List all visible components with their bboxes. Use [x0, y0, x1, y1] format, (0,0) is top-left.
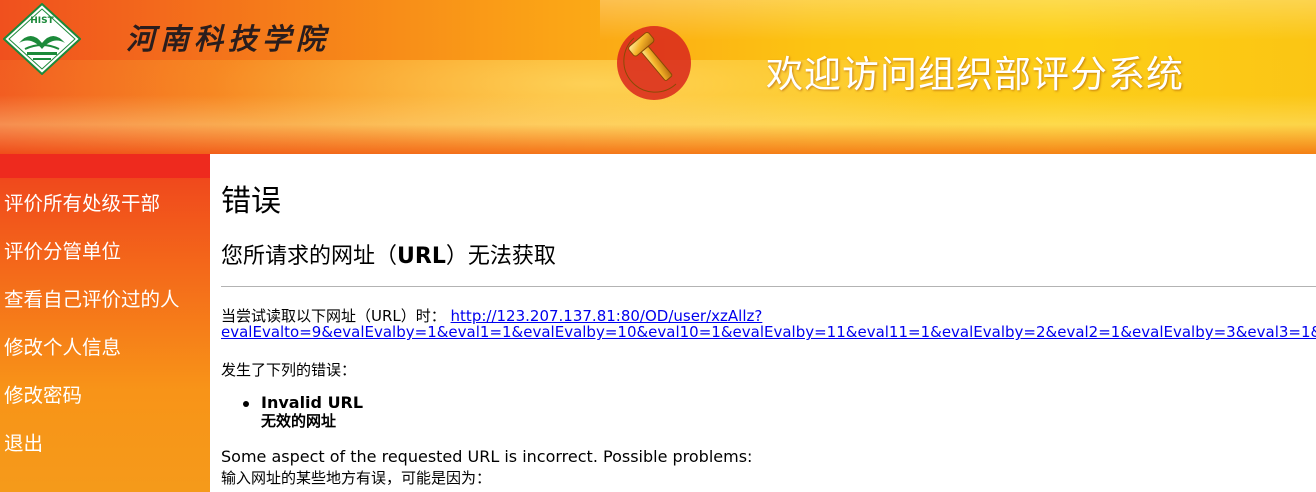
error-subtitle: 您所请求的网址（URL）无法获取	[221, 238, 556, 270]
main-content: 错误 您所请求的网址（URL）无法获取 当尝试读取以下网址（URL）时： htt…	[210, 154, 1316, 492]
subtitle-url: URL	[397, 244, 446, 269]
sidebar-top-band	[0, 154, 210, 178]
error-name-zh: 无效的网址	[261, 412, 337, 430]
description-en: Some aspect of the requested URL is inco…	[221, 447, 753, 466]
sidebar-item-evaluate-all-cadres[interactable]: 评价所有处级干部	[0, 180, 210, 228]
url-continuation: evalEvalto=9&evalEvalby=1&eval1=1&evalEv…	[221, 323, 1316, 341]
error-name-en: Invalid URL	[261, 393, 364, 412]
error-title: 错误	[221, 184, 281, 219]
requested-url-link-cont[interactable]: evalEvalto=9&evalEvalby=1&eval1=1&evalEv…	[221, 323, 1316, 341]
divider	[221, 286, 1316, 287]
sidebar-item-logout[interactable]: 退出	[0, 420, 210, 468]
school-name: 河南科技学院	[126, 22, 331, 56]
sidebar-item-edit-profile[interactable]: 修改个人信息	[0, 324, 210, 372]
subtitle-prefix: 您所请求的网址（	[221, 244, 398, 269]
school-logo: HIST	[3, 3, 81, 75]
occurred-label: 发生了下列的错误：	[221, 361, 357, 379]
logo-text: HIST	[30, 16, 54, 26]
subtitle-suffix: ）无法获取	[445, 244, 556, 269]
banner-streak	[600, 0, 1316, 40]
bullet-dot	[243, 401, 249, 407]
system-title: 欢迎访问组织部评分系统	[766, 53, 1184, 96]
sidebar-item-change-password[interactable]: 修改密码	[0, 372, 210, 420]
sidebar-menu: 评价所有处级干部 评价分管单位 查看自己评价过的人 修改个人信息 修改密码 退出	[0, 180, 210, 468]
sidebar-item-view-my-evaluations[interactable]: 查看自己评价过的人	[0, 276, 210, 324]
sidebar-item-evaluate-units[interactable]: 评价分管单位	[0, 228, 210, 276]
description-zh: 输入网址的某些地方有误，可能是因为：	[221, 469, 492, 487]
banner-glow-lower	[0, 95, 1316, 154]
error-name: Invalid URL 无效的网址	[261, 393, 363, 431]
header-banner: HIST 河南科技学院 欢迎访问组织部评分系统	[0, 0, 1316, 154]
party-emblem-icon	[617, 26, 691, 100]
